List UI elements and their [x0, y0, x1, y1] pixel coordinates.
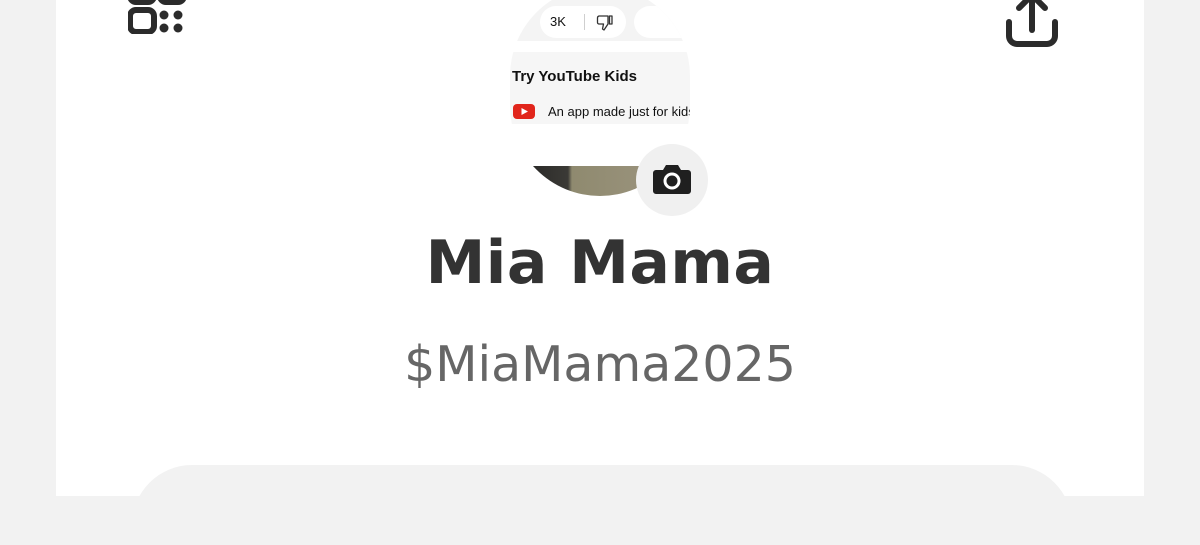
qr-code-icon[interactable]	[127, 0, 187, 35]
youtube-logo-icon	[513, 104, 535, 119]
share-pill	[634, 6, 690, 38]
profile-display-name: Mia Mama	[425, 228, 775, 298]
camera-icon	[653, 165, 691, 194]
profile-cashtag: $MiaMama2025	[404, 336, 796, 393]
promo-subtitle: An app made just for kids	[548, 104, 690, 119]
change-photo-button[interactable]	[636, 144, 708, 216]
pill-divider	[584, 14, 585, 30]
thumbs-down-icon	[596, 14, 614, 32]
promo-title: Try YouTube Kids	[512, 68, 638, 85]
bottom-panel	[132, 465, 1072, 545]
like-count: 3K	[550, 14, 566, 29]
share-icon[interactable]	[1003, 0, 1061, 48]
